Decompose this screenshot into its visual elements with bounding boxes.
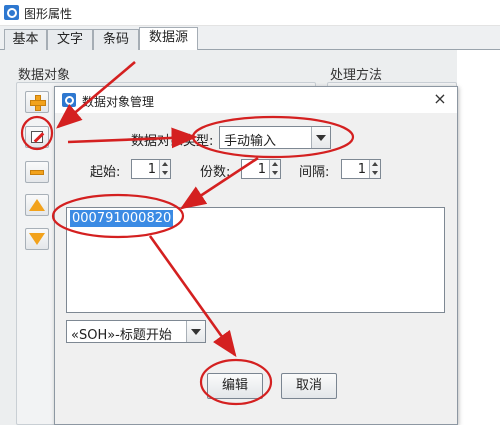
remove-data-object-button[interactable] [25,161,49,183]
data-value-selection[interactable]: 000791000820 [70,210,174,227]
interval-stepper[interactable]: 1 [341,159,381,179]
process-method-label: 处理方法 [330,68,383,83]
move-up-button[interactable] [25,194,49,216]
edit-button[interactable]: 编辑 [207,373,263,399]
arrow-up-icon [29,199,45,211]
edit-data-object-button[interactable] [25,126,49,148]
special-char-select[interactable]: «SOH»-标题开始 [66,320,206,343]
object-type-select[interactable]: 手动输入 [219,126,331,149]
move-down-button[interactable] [25,228,49,250]
chevron-down-icon[interactable] [311,127,330,148]
start-stepper[interactable]: 1 [131,159,171,179]
start-label: 起始: [90,165,121,180]
stepper-arrows-icon[interactable] [269,160,280,178]
app-logo-icon [4,5,19,20]
dialog-title: 数据对象管理 [82,95,155,109]
tab-barcode[interactable]: 条码 [93,29,139,50]
add-data-object-button[interactable] [25,91,49,113]
data-object-manager-dialog: 数据对象管理 × 数据对象类型: 手动输入 起始: 1 份数: 1 间隔: 1 … [54,86,458,425]
tab-basic[interactable]: 基本 [4,29,47,50]
chevron-down-icon[interactable] [186,321,205,342]
cancel-button[interactable]: 取消 [281,373,337,399]
arrow-down-icon [29,233,45,245]
stepper-arrows-icon[interactable] [159,160,170,178]
object-type-value: 手动输入 [224,134,277,149]
window-title: 图形属性 [24,7,73,21]
dialog-titlebar: 数据对象管理 × [55,87,457,113]
data-objects-label: 数据对象 [18,68,71,83]
close-icon[interactable]: × [431,90,449,108]
minus-icon [30,169,44,175]
interval-label: 间隔: [299,165,330,180]
tab-bar: 基本 文字 条码 数据源 [0,26,500,51]
tab-text[interactable]: 文字 [47,29,93,50]
object-type-label: 数据对象类型: [131,134,214,149]
special-char-value: «SOH»-标题开始 [71,328,172,343]
data-text-area[interactable]: 000791000820 [66,207,445,313]
edit-icon [31,131,43,143]
plus-icon [30,95,46,111]
start-value: 1 [147,162,156,177]
copies-value: 1 [257,162,266,177]
window-titlebar: 图形属性 [0,0,500,26]
dialog-logo-icon [62,93,76,107]
copies-label: 份数: [200,165,231,180]
stepper-arrows-icon[interactable] [369,160,380,178]
content-edge [457,50,500,425]
copies-stepper[interactable]: 1 [241,159,281,179]
tab-datasource[interactable]: 数据源 [139,27,198,51]
interval-value: 1 [357,162,366,177]
